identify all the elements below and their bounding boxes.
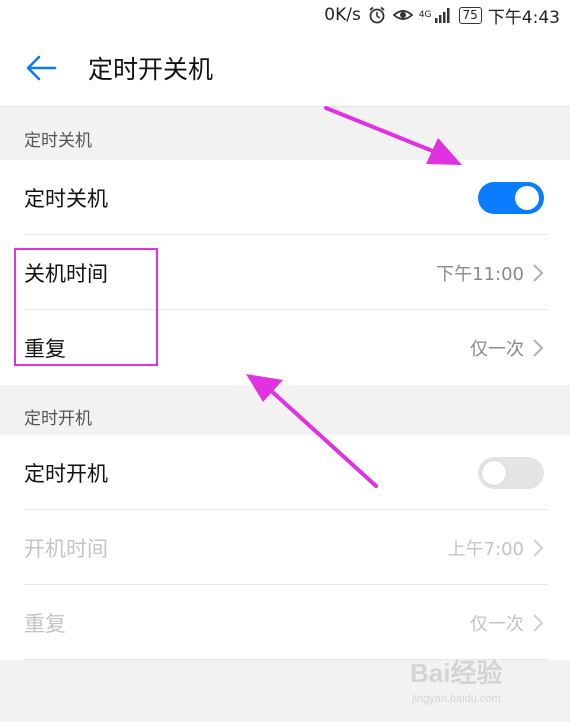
chevron-right-icon	[533, 613, 544, 632]
clock: 下午4:43	[487, 7, 560, 28]
row-startup-time[interactable]: 开机时间 上午7:00	[0, 510, 570, 585]
status-bar: 0K/s 4G 75 下午4:43	[0, 0, 570, 30]
shutdown-repeat-value: 仅一次	[470, 338, 524, 360]
section-header-startup: 定时开机	[0, 385, 570, 437]
baidu-jingyan-watermark: Bai经验 jingyan.baidu.com	[402, 652, 542, 708]
arrow-left-icon	[26, 55, 57, 81]
chevron-right-icon	[533, 538, 544, 557]
startup-repeat-label: 重复	[24, 611, 66, 636]
app-header: 定时开关机	[0, 30, 570, 107]
startup-time-value: 上午7:00	[447, 538, 524, 560]
eye-comfort-icon	[392, 5, 413, 25]
signal-icon: 4G	[419, 5, 453, 25]
shutdown-repeat-label: 重复	[24, 336, 66, 361]
row-startup-toggle[interactable]: 定时开机	[0, 435, 570, 510]
row-startup-repeat[interactable]: 重复 仅一次	[0, 585, 570, 660]
section-header-shutdown: 定时关机	[0, 107, 570, 159]
chevron-right-icon	[533, 338, 544, 357]
startup-repeat-value: 仅一次	[470, 613, 524, 635]
watermark-url: jingyan.baidu.com	[411, 693, 501, 705]
toggle-knob	[515, 185, 539, 210]
startup-toggle-switch[interactable]	[478, 456, 544, 489]
shutdown-time-label: 关机时间	[24, 261, 108, 286]
row-shutdown-toggle[interactable]: 定时关机	[0, 160, 570, 235]
network-speed: 0K/s	[324, 5, 361, 25]
startup-toggle-label: 定时开机	[24, 461, 108, 486]
watermark-logo-text: Bai经验	[410, 658, 502, 688]
row-shutdown-time[interactable]: 关机时间 下午11:00	[0, 235, 570, 310]
chevron-right-icon	[533, 263, 544, 282]
shutdown-time-value: 下午11:00	[436, 263, 524, 285]
back-button[interactable]	[20, 47, 62, 89]
row-shutdown-repeat[interactable]: 重复 仅一次	[0, 310, 570, 385]
page-title: 定时开关机	[88, 55, 214, 84]
toggle-knob	[482, 460, 506, 485]
shutdown-toggle-label: 定时关机	[24, 186, 108, 211]
shutdown-toggle-switch[interactable]	[478, 181, 544, 214]
startup-time-label: 开机时间	[24, 536, 108, 561]
network-type-label: 4G	[418, 9, 432, 20]
screen: 0K/s 4G 75 下午4:43 定时开关机 定时关机 定时关机 关机时间 下…	[0, 0, 570, 722]
alarm-icon	[367, 5, 387, 25]
battery-indicator: 75	[458, 6, 482, 24]
